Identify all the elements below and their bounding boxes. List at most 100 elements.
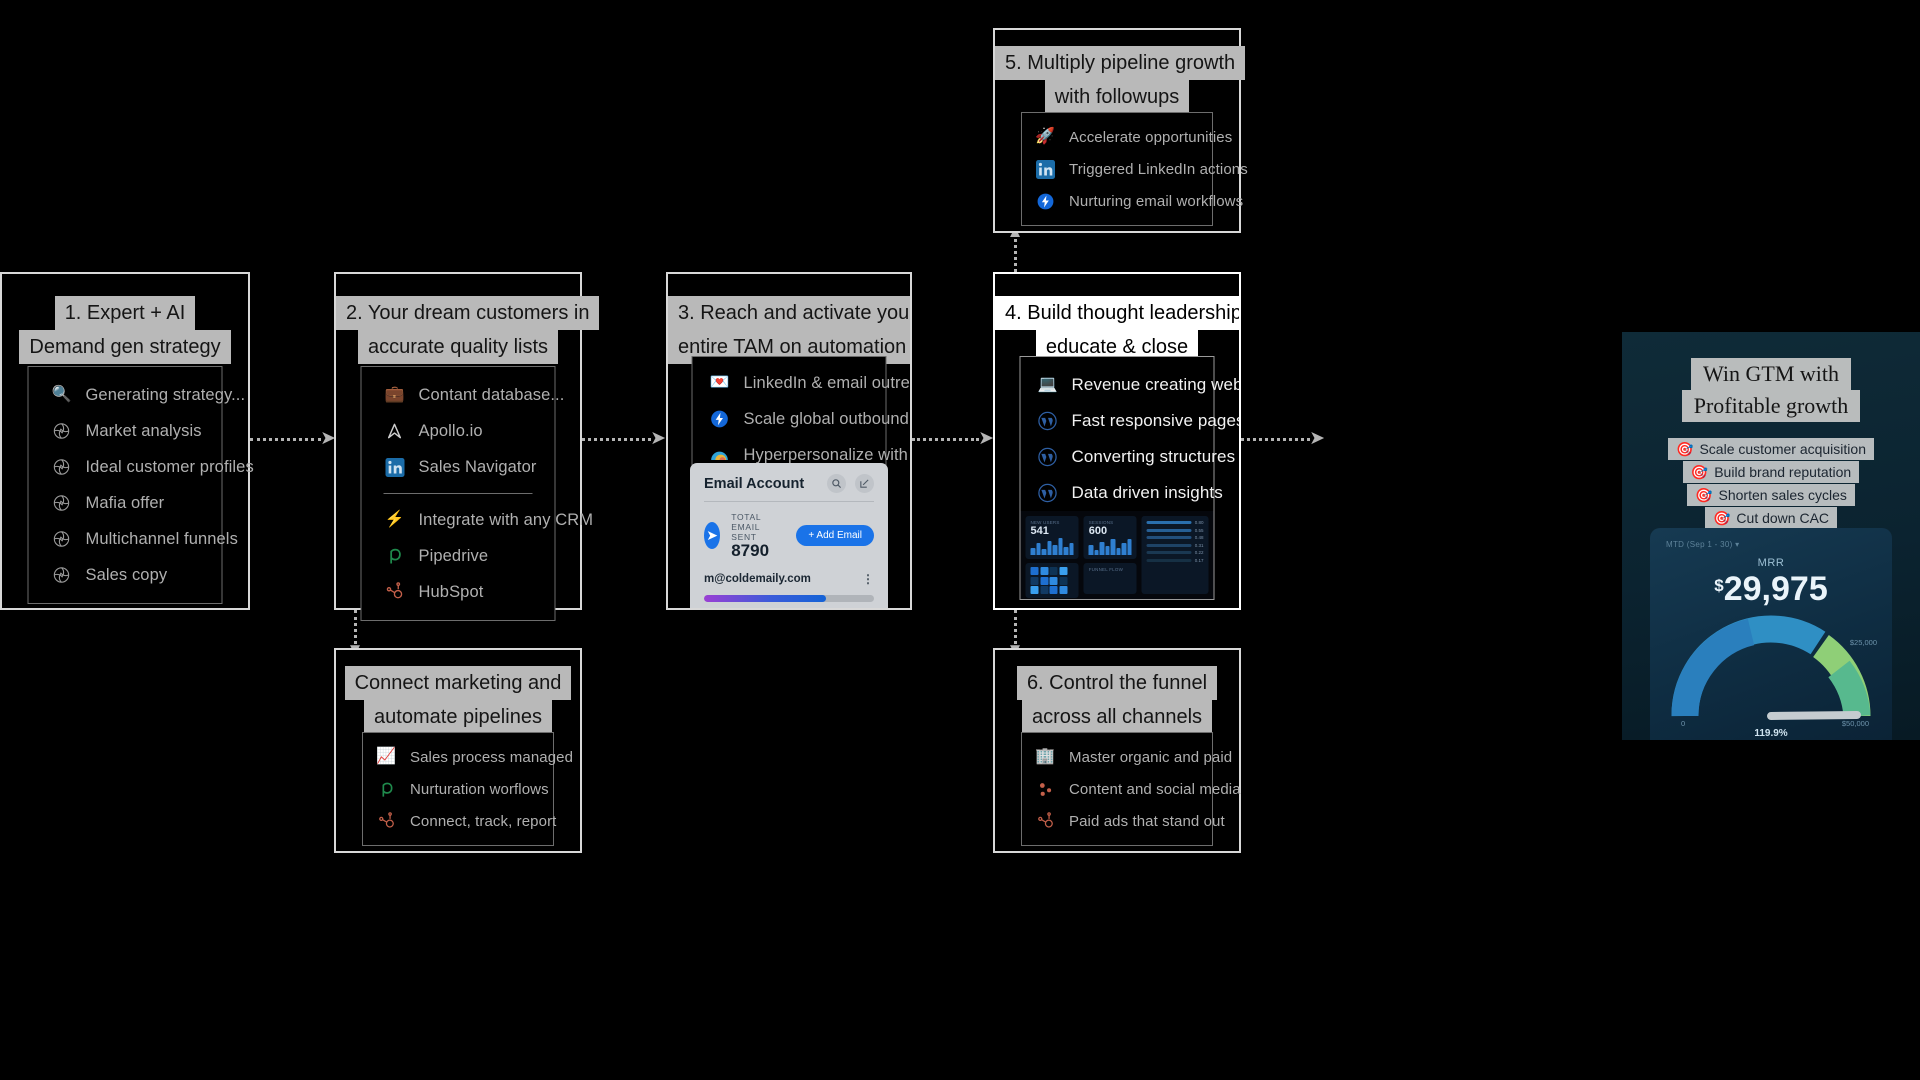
card-followups[interactable]: 5. Multiply pipeline growth with followu… xyxy=(993,28,1248,233)
list-item[interactable]: Nurturation worflows xyxy=(375,773,553,805)
email-stat-row: ➤ TOTAL EMAIL SENT 8790 + Add Email xyxy=(690,502,888,566)
card-title: 1. Expert + AI Demand gen strategy xyxy=(2,274,248,364)
list-item[interactable]: Paid ads that stand out xyxy=(1034,805,1225,837)
list-item[interactable]: HubSpot xyxy=(384,574,555,610)
magnifier-icon: 🔍 xyxy=(51,386,72,403)
gtm-title-line: Profitable growth xyxy=(1681,390,1861,422)
row-value: 0.80 xyxy=(1194,520,1204,525)
arrow-card2-connect: ▼ xyxy=(347,610,363,658)
list-item[interactable]: 🚀 Accelerate opportunities xyxy=(1034,121,1232,153)
list-item[interactable]: Data driven insights xyxy=(1037,475,1223,511)
card-title-line: accurate quality lists xyxy=(357,330,559,364)
add-email-button[interactable]: + Add Email xyxy=(796,525,874,547)
gtm-outcome-panel[interactable]: Win GTM with Profitable growth 🎯 Scale c… xyxy=(1622,332,1920,740)
list-item[interactable]: Connect, track, report xyxy=(375,805,556,837)
target-icon: 🎯 xyxy=(1690,464,1709,480)
list-item-label: Sales process managed xyxy=(410,748,574,766)
card-title: 6. Control the funnel across all channel… xyxy=(995,650,1239,734)
arrow-card1-card2: ➤ xyxy=(250,429,336,448)
metric-card: NEW USERS 541 xyxy=(1025,516,1079,560)
card-item-list: 📈 Sales process managed Nurturation worf… xyxy=(362,732,573,846)
send-icon: ➤ xyxy=(704,522,721,550)
card-thought-leadership[interactable]: 4. Build thought leadership, educate & c… xyxy=(993,272,1241,610)
email-progress-bar xyxy=(704,594,874,602)
card-title: 4. Build thought leadership, educate & c… xyxy=(995,274,1239,364)
list-item[interactable]: Sales copy xyxy=(51,557,222,593)
row-value: 0.55 xyxy=(1194,527,1204,533)
card-dream-customers[interactable]: 2. Your dream customers in accurate qual… xyxy=(334,272,600,621)
card-title-line: automate pipelines xyxy=(364,700,552,734)
list-item[interactable]: Sales Navigator xyxy=(384,449,555,485)
list-item[interactable]: 💼 Contant database... xyxy=(384,377,565,413)
analytics-dashboard-mockup[interactable]: NEW USERS 541 SESSIONS 600 FUNNEL FLOW 0… xyxy=(1020,511,1214,599)
list-item[interactable]: 📈 Sales process managed xyxy=(375,741,573,773)
list-item[interactable]: Pipedrive xyxy=(384,538,555,574)
list-item[interactable]: Multichannel funnels xyxy=(51,521,238,557)
list-item[interactable]: Apollo.io xyxy=(384,413,555,449)
card-control-funnel[interactable]: 6. Control the funnel across all channel… xyxy=(993,648,1241,853)
list-item[interactable]: Triggered LinkedIn actions xyxy=(1034,153,1248,185)
gtm-bullet[interactable]: 🎯 Scale customer acquisition xyxy=(1668,438,1874,460)
gtm-bullet[interactable]: 🎯 Cut down CAC xyxy=(1704,507,1838,529)
gtm-bullet-label: Build brand reputation xyxy=(1714,464,1852,480)
card-reach-activate[interactable]: 3. Reach and activate your entire TAM on… xyxy=(666,272,912,610)
list-item[interactable]: Market analysis xyxy=(51,413,222,449)
arrow-card4-gtm: ➤ xyxy=(1241,429,1325,448)
hubspot-icon xyxy=(375,810,397,832)
card-title-line: with followups xyxy=(1044,80,1190,114)
card-title-line: across all channels xyxy=(1021,700,1213,734)
gtm-bullet-label: Cut down CAC xyxy=(1736,510,1830,526)
briefcase-icon: 💼 xyxy=(384,386,405,403)
row-value: 0.48 xyxy=(1194,535,1204,540)
list-item-label: Fast responsive pages xyxy=(1071,411,1241,430)
list-item[interactable]: Ideal customer profiles xyxy=(51,449,254,485)
love-letter-icon: 💌 xyxy=(709,374,730,391)
period-selector[interactable]: MTD (Sep 1 - 30) ▾ xyxy=(1666,540,1876,549)
card-item-list: 🚀 Accelerate opportunities Triggered Lin… xyxy=(1021,112,1248,226)
list-item-label: Multichannel funnels xyxy=(85,529,238,548)
card-expert-ai[interactable]: 1. Expert + AI Demand gen strategy 🔍 Gen… xyxy=(0,272,254,610)
list-item[interactable]: 💻 Revenue creating website xyxy=(1037,367,1239,403)
kebab-menu-icon[interactable]: ⋮ xyxy=(862,572,874,586)
list-item[interactable]: ⚡ Integrate with any CRM xyxy=(384,502,593,538)
arrow-card2-card3: ➤ xyxy=(582,429,666,448)
list-item-label: Nurturing email workflows xyxy=(1069,192,1244,210)
gtm-bullet[interactable]: 🎯 Shorten sales cycles xyxy=(1687,484,1855,506)
list-item-label: Contant database... xyxy=(418,385,565,404)
mrr-value: $29,975 xyxy=(1666,570,1876,608)
hubspot-icon xyxy=(384,581,406,603)
section-label: FUNNEL FLOW xyxy=(1088,567,1124,573)
hubspot-icon xyxy=(1034,810,1056,832)
list-item[interactable]: Mafia offer xyxy=(51,485,222,521)
list-item-label: Revenue creating website xyxy=(1071,375,1241,394)
list-item[interactable]: 💌 LinkedIn & email outreach xyxy=(709,365,910,401)
list-item-label: Hyperpersonalize with AI xyxy=(743,445,912,464)
social-icon xyxy=(1034,778,1056,800)
email-account-mockup[interactable]: Email Account ➤ TOTAL EMAIL SENT 8790 + … xyxy=(690,463,888,608)
list-item[interactable]: Content and social media xyxy=(1034,773,1241,805)
card-item-list: 🏢 Master organic and paid Content and so… xyxy=(1021,732,1241,846)
list-item[interactable]: 🏢 Master organic and paid xyxy=(1034,741,1232,773)
list-item-label: Paid ads that stand out xyxy=(1069,812,1225,830)
card-title-line: 6. Control the funnel xyxy=(1016,666,1218,700)
gauge-chart: 0 $25,000 $50,000 xyxy=(1671,614,1877,728)
email-mock-title: Email Account xyxy=(704,475,805,492)
mrr-gauge-widget[interactable]: MTD (Sep 1 - 30) ▾ MRR $29,975 0 $25,000… xyxy=(1650,528,1892,740)
list-item[interactable]: Converting structures xyxy=(1037,439,1235,475)
laptop-icon: 💻 xyxy=(1037,376,1058,393)
arrow-card3-card4: ➤ xyxy=(912,429,994,448)
card-item-list: 🔍 Generating strategy... Market analysis… xyxy=(27,366,254,604)
search-icon[interactable] xyxy=(827,474,846,493)
compose-icon[interactable] xyxy=(855,474,874,493)
card-item-list: 💻 Revenue creating website Fast responsi… xyxy=(1019,356,1239,600)
list-item-label: Sales copy xyxy=(85,565,168,584)
list-item[interactable]: Scale global outbound xyxy=(709,401,909,437)
email-account-row[interactable]: m@coldemaily.com ⋮ xyxy=(690,566,888,591)
list-item[interactable]: 🔍 Generating strategy... xyxy=(51,377,246,413)
list-item[interactable]: Nurturing email workflows xyxy=(1034,185,1243,217)
list-item[interactable]: Fast responsive pages xyxy=(1037,403,1239,439)
list-item-label: Pipedrive xyxy=(418,546,489,565)
card-connect-marketing[interactable]: Connect marketing and automate pipelines… xyxy=(334,648,582,853)
openai-icon xyxy=(51,456,73,478)
gtm-bullet[interactable]: 🎯 Build brand reputation xyxy=(1682,461,1860,483)
